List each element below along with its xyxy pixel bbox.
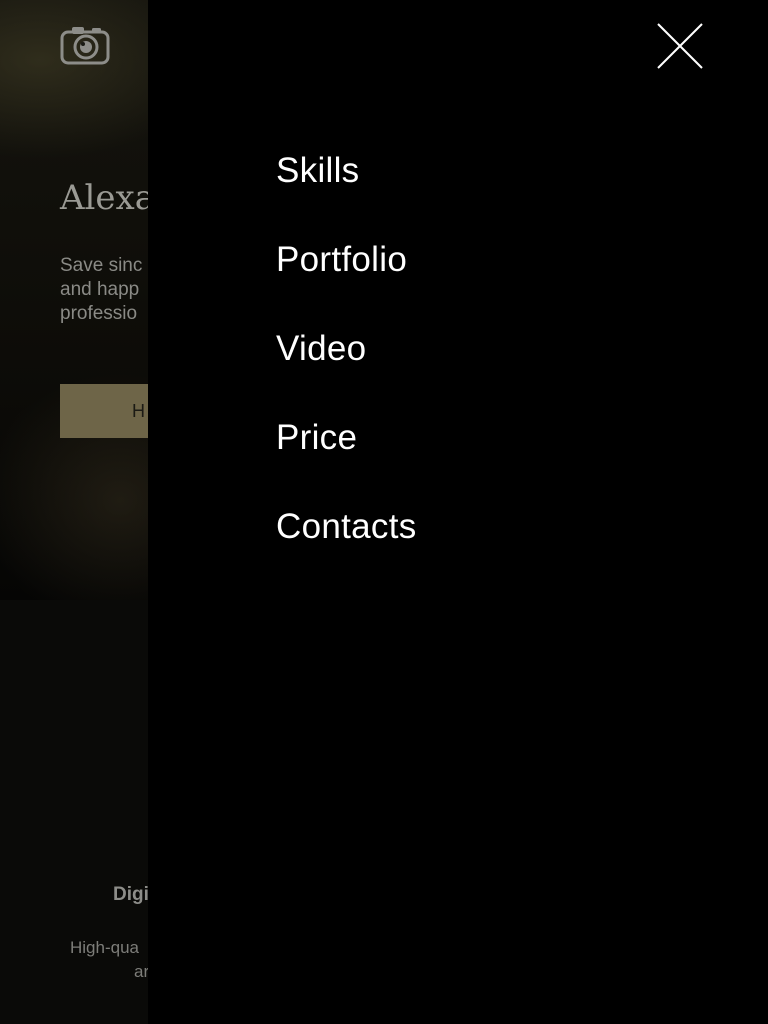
nav-item-contacts: Contacts — [276, 502, 417, 591]
nav-link-contacts[interactable]: Contacts — [276, 507, 417, 546]
service-card-title: Digi — [113, 884, 149, 905]
close-menu-button[interactable] — [656, 22, 704, 70]
nav-item-skills: Skills — [276, 146, 417, 235]
nav-item-video: Video — [276, 324, 417, 413]
nav-link-portfolio[interactable]: Portfolio — [276, 240, 407, 279]
nav-link-video[interactable]: Video — [276, 329, 366, 368]
service-card-description: High-qua ar — [70, 936, 149, 984]
service-card-line: ar — [134, 962, 150, 981]
service-card-line: High-qua — [70, 938, 139, 957]
nav-item-portfolio: Portfolio — [276, 235, 417, 324]
close-icon — [657, 23, 703, 69]
nav-menu-list: Skills Portfolio Video Price Contacts — [276, 146, 417, 591]
nav-link-skills[interactable]: Skills — [276, 151, 359, 190]
nav-menu-overlay: Skills Portfolio Video Price Contacts — [148, 0, 768, 1024]
camera-icon[interactable] — [60, 25, 110, 65]
page: Alexa Save sinc and happ professio H Dig… — [0, 0, 768, 1024]
nav-item-price: Price — [276, 413, 417, 502]
nav-link-price[interactable]: Price — [276, 418, 357, 457]
hero-title: Alexa — [60, 178, 155, 218]
